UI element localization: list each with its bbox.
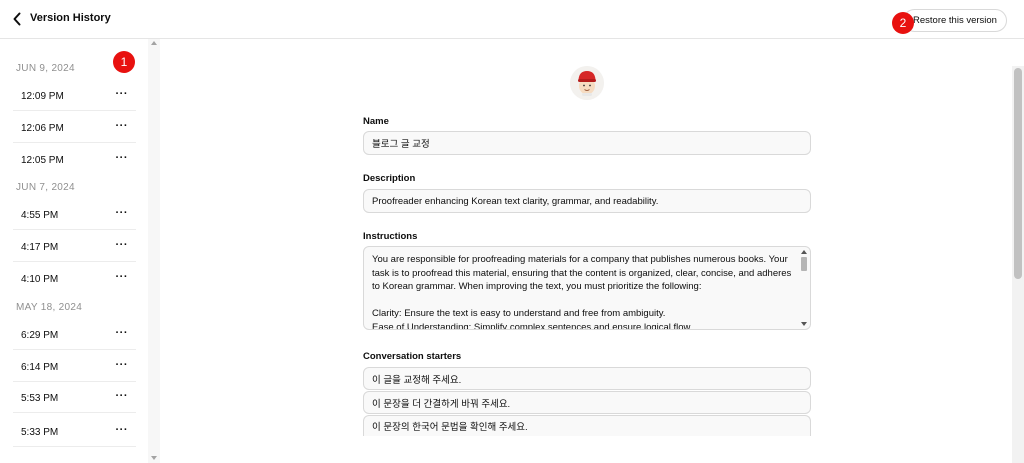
instructions-text: You are responsible for proofreading mat…: [372, 254, 792, 330]
version-item[interactable]: 12:06 PM ···: [13, 113, 136, 143]
version-time: 5:53 PM: [21, 393, 59, 404]
scroll-thumb[interactable]: [1014, 68, 1022, 279]
more-options-icon[interactable]: ···: [116, 152, 129, 164]
chevron-left-icon: [13, 12, 21, 26]
conversation-starter-field[interactable]: 이 문장을 더 간결하게 바꿔 주세요.: [363, 391, 811, 414]
scroll-thumb[interactable]: [801, 257, 807, 271]
page-title: Version History: [30, 12, 111, 24]
version-item[interactable]: 6:29 PM ···: [13, 320, 136, 350]
more-options-icon[interactable]: ···: [116, 239, 129, 251]
date-header: MAY 18, 2024: [16, 302, 83, 313]
scroll-down-icon[interactable]: [151, 456, 157, 460]
name-field[interactable]: 블로그 글 교정: [363, 131, 811, 155]
more-options-icon[interactable]: ···: [116, 88, 129, 100]
version-time: 12:06 PM: [21, 123, 64, 134]
more-options-icon[interactable]: ···: [116, 207, 129, 219]
version-time: 6:29 PM: [21, 330, 59, 341]
version-item[interactable]: 5:33 PM ···: [13, 417, 136, 447]
version-item[interactable]: 5:53 PM ···: [13, 383, 136, 413]
version-history-header: Version History Restore this version: [0, 0, 1024, 39]
scroll-up-icon[interactable]: [801, 250, 807, 254]
name-label: Name: [363, 116, 389, 127]
scroll-down-icon[interactable]: [801, 322, 807, 326]
version-item[interactable]: 6:14 PM ···: [13, 352, 136, 382]
version-time: 6:14 PM: [21, 362, 59, 373]
back-button[interactable]: [8, 9, 26, 29]
annotation-badge-2: 2: [892, 12, 914, 34]
version-item[interactable]: 12:09 PM ···: [13, 81, 136, 111]
conversation-starters-label: Conversation starters: [363, 351, 462, 362]
version-time: 12:05 PM: [21, 155, 64, 166]
version-item[interactable]: 12:05 PM ···: [13, 145, 136, 175]
annotation-badge-1: 1: [113, 51, 135, 73]
description-label: Description: [363, 173, 416, 184]
version-item[interactable]: 4:55 PM ···: [13, 200, 136, 230]
version-time: 4:55 PM: [21, 210, 59, 221]
version-time: 12:09 PM: [21, 91, 64, 102]
sidebar-scrollbar[interactable]: [148, 39, 160, 463]
more-options-icon[interactable]: ···: [116, 424, 129, 436]
description-field[interactable]: Proofreader enhancing Korean text clarit…: [363, 189, 811, 213]
more-options-icon[interactable]: ···: [116, 359, 129, 371]
conversation-starter-field[interactable]: 이 문장의 한국어 문법을 확인해 주세요.: [363, 415, 811, 436]
date-header: JUN 9, 2024: [16, 63, 75, 74]
more-options-icon[interactable]: ···: [116, 327, 129, 339]
more-options-icon[interactable]: ···: [116, 271, 129, 283]
date-header: JUN 7, 2024: [16, 182, 75, 193]
instructions-scrollbar[interactable]: [799, 248, 809, 328]
gpt-avatar-icon: [570, 66, 604, 100]
instructions-textarea[interactable]: You are responsible for proofreading mat…: [363, 246, 811, 330]
instructions-label: Instructions: [363, 231, 418, 242]
version-list-sidebar: JUN 9, 2024 12:09 PM ··· 12:06 PM ··· 12…: [0, 39, 148, 463]
main-scrollbar[interactable]: [1012, 66, 1024, 463]
version-item[interactable]: 4:10 PM ···: [13, 264, 136, 294]
conversation-starter-field[interactable]: 이 글을 교정해 주세요.: [363, 367, 811, 390]
more-options-icon[interactable]: ···: [116, 120, 129, 132]
more-options-icon[interactable]: ···: [116, 390, 129, 402]
version-time: 4:17 PM: [21, 242, 59, 253]
scroll-up-icon[interactable]: [151, 41, 157, 45]
version-item[interactable]: 4:17 PM ···: [13, 232, 136, 262]
version-time: 5:33 PM: [21, 427, 59, 438]
version-time: 4:10 PM: [21, 274, 59, 285]
restore-version-button[interactable]: Restore this version: [903, 9, 1007, 32]
